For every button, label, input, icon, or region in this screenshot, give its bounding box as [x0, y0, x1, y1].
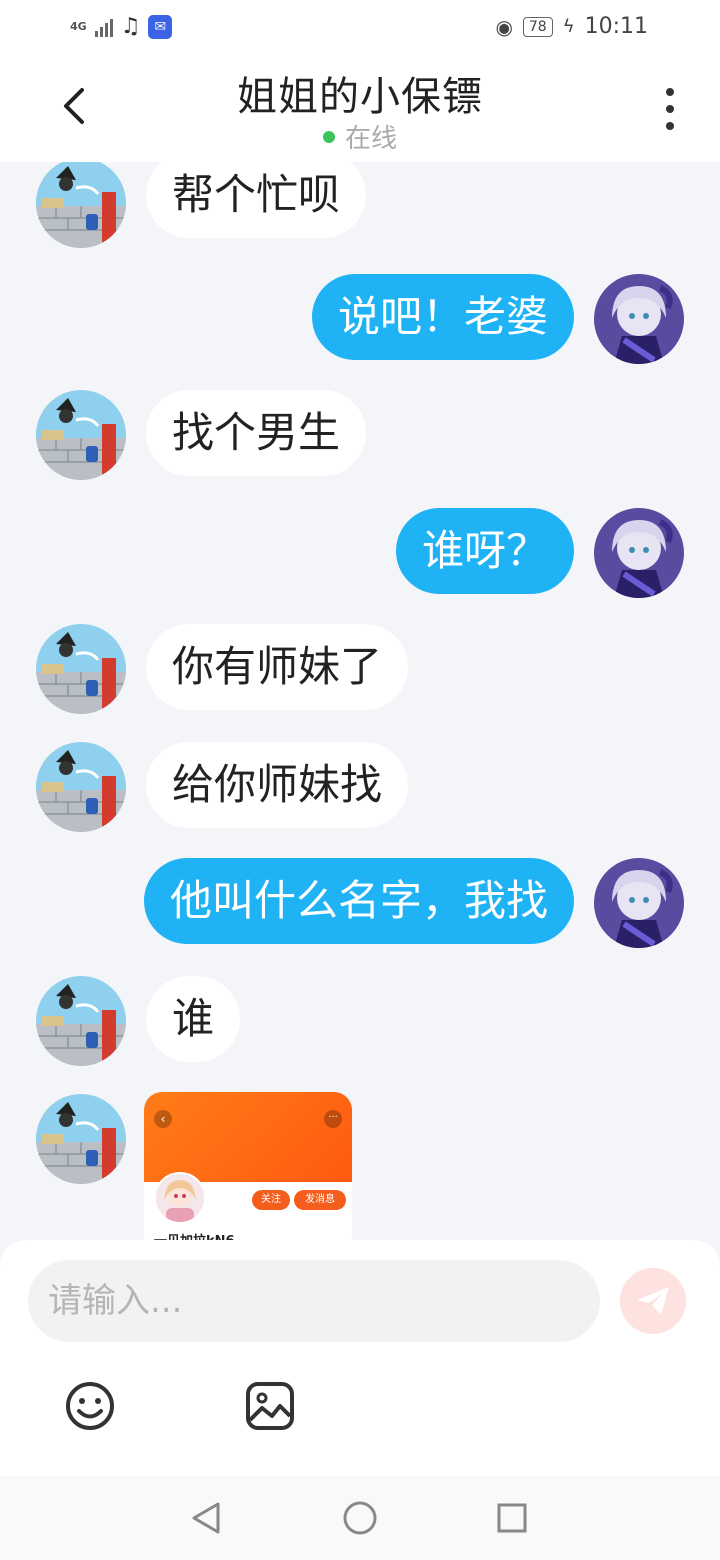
- contact-avatar[interactable]: [36, 976, 126, 1066]
- more-vertical-icon[interactable]: [664, 88, 676, 130]
- my-avatar[interactable]: [594, 274, 684, 364]
- incoming-bubble[interactable]: 给你师妹找: [146, 742, 409, 828]
- chat-title: 姐姐的小保镖: [237, 74, 483, 120]
- status-bar: 4G ♫ ✉ ◉ 78 ϟ 10:11: [0, 0, 720, 56]
- card-header: ‹ ···: [144, 1092, 352, 1182]
- nav-back-icon[interactable]: [186, 1498, 226, 1538]
- online-status: 在线: [0, 118, 720, 155]
- music-icon: ♫: [120, 14, 141, 39]
- message-list[interactable]: 帮个忙呗 说吧！老婆 找个男生 谁呀？ 你有师妹了 给你师妹找 他叫什么名字，我…: [0, 162, 720, 1242]
- message-row: 给你师妹找: [0, 736, 720, 846]
- network-type: 4G: [70, 19, 87, 33]
- composer: 请输入...: [0, 1240, 720, 1476]
- card-more-icon: ···: [324, 1110, 342, 1128]
- message-input[interactable]: 请输入...: [28, 1260, 600, 1342]
- my-avatar[interactable]: [594, 508, 684, 598]
- contact-avatar[interactable]: [36, 624, 126, 714]
- message-row: 你有师妹了: [0, 618, 720, 728]
- eye-comfort-icon: ◉: [495, 14, 513, 39]
- outgoing-bubble[interactable]: 谁呀？: [395, 508, 574, 594]
- my-avatar[interactable]: [594, 858, 684, 948]
- outgoing-bubble[interactable]: 说吧！老婆: [311, 274, 574, 360]
- online-dot: [322, 130, 335, 143]
- shared-image-message[interactable]: ‹ ··· 关注 发消息 一贝加拉kN6: [144, 1092, 352, 1242]
- incoming-bubble[interactable]: 找个男生: [146, 390, 367, 476]
- card-avatar: [154, 1172, 206, 1224]
- message-row: 他叫什么名字，我找: [0, 852, 720, 962]
- online-status-label: 在线: [344, 124, 397, 154]
- nav-recents-icon[interactable]: [492, 1498, 532, 1538]
- emoji-icon[interactable]: [64, 1380, 116, 1432]
- status-left: 4G ♫ ✉: [70, 14, 173, 39]
- system-nav-bar: [0, 1476, 720, 1560]
- message-row: 谁呀？: [0, 502, 720, 612]
- send-icon[interactable]: [620, 1268, 686, 1334]
- contact-avatar[interactable]: [36, 162, 126, 248]
- incoming-bubble[interactable]: 谁: [146, 976, 241, 1062]
- app-notification-icon: ✉: [148, 14, 173, 39]
- status-right: ◉ 78 ϟ 10:11: [495, 14, 648, 39]
- card-follow-button: 关注: [252, 1190, 290, 1210]
- incoming-bubble[interactable]: 你有师妹了: [146, 624, 409, 710]
- contact-avatar[interactable]: [36, 1094, 126, 1184]
- signal-icon: [94, 17, 113, 37]
- message-row: 帮个忙呗: [0, 162, 720, 260]
- message-row: 谁: [0, 970, 720, 1080]
- chat-header: 姐姐的小保镖 在线: [0, 56, 720, 162]
- nav-home-icon[interactable]: [340, 1498, 380, 1538]
- message-row: 说吧！老婆: [0, 268, 720, 378]
- incoming-bubble[interactable]: 帮个忙呗: [146, 162, 367, 238]
- message-row: [0, 1088, 720, 1198]
- contact-avatar[interactable]: [36, 390, 126, 480]
- contact-avatar[interactable]: [36, 742, 126, 832]
- image-icon[interactable]: [244, 1380, 296, 1432]
- card-back-icon: ‹: [154, 1110, 172, 1128]
- card-message-button: 发消息: [294, 1190, 346, 1210]
- charging-icon: ϟ: [562, 16, 575, 37]
- outgoing-bubble[interactable]: 他叫什么名字，我找: [143, 858, 574, 944]
- message-row: 找个男生: [0, 384, 720, 494]
- battery-level: 78: [522, 16, 553, 37]
- clock: 10:11: [584, 14, 648, 39]
